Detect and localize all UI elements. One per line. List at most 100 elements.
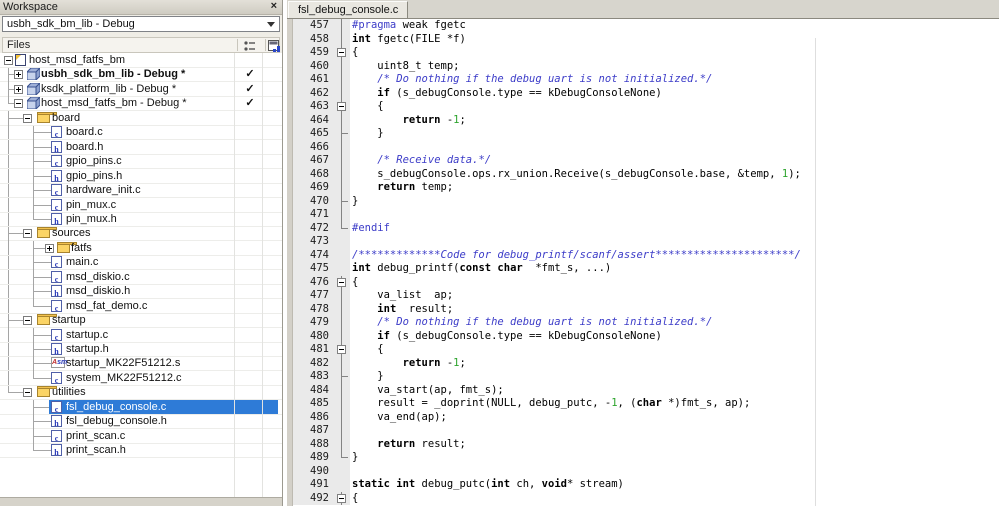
fold-margin[interactable] xyxy=(334,46,350,60)
tree-item-selected[interactable]: c fsl_debug_console.c xyxy=(0,399,282,415)
fold-margin[interactable] xyxy=(334,100,350,114)
tree-item[interactable]: host_msd_fatfs_bm xyxy=(0,53,282,68)
tree-item[interactable]: usbh_sdk_bm_lib - Debug * ✓ xyxy=(0,67,282,83)
fold-toggle[interactable] xyxy=(337,345,346,354)
fold-margin[interactable] xyxy=(334,383,350,397)
tree-item-label: gpio_pins.c xyxy=(66,155,122,168)
tree-item[interactable]: fatfs xyxy=(0,240,282,256)
fold-margin[interactable] xyxy=(334,302,350,316)
fold-margin[interactable] xyxy=(334,167,350,181)
code-line: 475 int debug_printf(const char *fmt_s, .… xyxy=(293,262,999,276)
line-number: 470 xyxy=(293,194,334,208)
fold-margin[interactable] xyxy=(334,451,350,465)
expand-toggle[interactable] xyxy=(23,229,32,239)
fold-margin[interactable] xyxy=(334,329,350,343)
project-icon xyxy=(25,96,42,113)
tree-item[interactable]: c print_scan.c xyxy=(0,428,282,444)
expand-toggle[interactable] xyxy=(4,56,13,65)
fold-margin[interactable] xyxy=(334,478,350,492)
fold-margin[interactable] xyxy=(334,127,350,141)
line-number: 490 xyxy=(293,464,334,478)
tree-item[interactable]: host_msd_fatfs_bm - Debug * ✓ xyxy=(0,96,282,113)
tree-item[interactable]: c hardware_init.c xyxy=(0,183,282,199)
fold-toggle[interactable] xyxy=(337,277,346,287)
fold-margin[interactable] xyxy=(334,370,350,384)
fold-margin[interactable] xyxy=(334,221,350,235)
expand-toggle[interactable] xyxy=(14,84,23,94)
editor-tab[interactable]: fsl_debug_console.c xyxy=(288,1,409,18)
files-column-header[interactable]: Files xyxy=(2,37,280,53)
fold-toggle[interactable] xyxy=(337,102,346,111)
fold-margin[interactable] xyxy=(334,464,350,478)
fold-margin[interactable] xyxy=(334,397,350,411)
fold-margin[interactable] xyxy=(334,86,350,100)
tree-item[interactable]: h fsl_debug_console.h xyxy=(0,414,282,430)
configuration-dropdown[interactable]: usbh_sdk_bm_lib - Debug xyxy=(2,16,280,32)
fold-margin[interactable] xyxy=(334,424,350,438)
tree-item[interactable]: h gpio_pins.h xyxy=(0,168,282,184)
fold-margin[interactable] xyxy=(334,32,350,46)
tree-item[interactable]: utilities xyxy=(0,385,282,401)
fold-margin[interactable] xyxy=(334,316,350,330)
code-editor[interactable]: 457 #pragma weak fgetc 458 int fgetc(FILE *… xyxy=(287,19,999,506)
fold-margin[interactable] xyxy=(334,437,350,451)
expand-toggle[interactable] xyxy=(45,243,54,253)
fold-margin[interactable] xyxy=(334,262,350,276)
fold-toggle[interactable] xyxy=(337,48,346,57)
tree-item[interactable]: board xyxy=(0,110,282,126)
tree-item[interactable]: h print_scan.h xyxy=(0,443,282,459)
code-line: 477 va_list ap; xyxy=(293,289,999,303)
fold-margin[interactable] xyxy=(334,410,350,424)
line-number: 477 xyxy=(293,289,334,303)
fold-margin[interactable] xyxy=(334,19,350,33)
fold-margin[interactable] xyxy=(334,59,350,73)
expand-toggle[interactable] xyxy=(23,388,32,398)
fold-margin[interactable] xyxy=(334,208,350,222)
tree-item[interactable]: c pin_mux.c xyxy=(0,197,282,213)
tree-item[interactable]: startup xyxy=(0,313,282,329)
fold-margin[interactable] xyxy=(334,235,350,249)
workspace-titlebar[interactable]: Workspace × xyxy=(0,0,282,15)
output-column-icon[interactable] xyxy=(268,40,281,52)
tree-item[interactable]: h msd_diskio.h xyxy=(0,284,282,300)
tree-item[interactable]: Asm startup_MK22F51212.s xyxy=(0,356,282,372)
tree-item-label: pin_mux.c xyxy=(66,198,117,211)
workspace-file-tree[interactable]: h print_scan.h c print_scan.c h fsl_debug_con… xyxy=(0,53,282,497)
option-overrides-icon[interactable] xyxy=(243,40,257,52)
tree-item[interactable]: c msd_diskio.c xyxy=(0,269,282,285)
tree-item[interactable]: c main.c xyxy=(0,255,282,271)
tree-item[interactable]: ksdk_platform_lib - Debug * ✓ xyxy=(0,81,282,97)
tree-item[interactable]: c msd_fat_demo.c xyxy=(0,298,282,314)
fold-margin[interactable] xyxy=(334,140,350,154)
tree-item[interactable]: h pin_mux.h xyxy=(0,211,282,227)
fold-margin[interactable] xyxy=(334,248,350,262)
fold-margin[interactable] xyxy=(334,73,350,87)
fold-margin[interactable] xyxy=(334,181,350,195)
tree-item[interactable]: c system_MK22F51212.c xyxy=(0,370,282,386)
tree-item-label: board xyxy=(52,111,81,124)
fold-margin[interactable] xyxy=(334,154,350,168)
fold-margin[interactable] xyxy=(334,275,350,289)
tree-item[interactable]: h startup.h xyxy=(0,342,282,357)
code-text: /* Receive data.*/ xyxy=(377,154,492,166)
tree-item[interactable]: c startup.c xyxy=(0,327,282,343)
fold-margin[interactable] xyxy=(334,491,350,505)
tree-item[interactable]: c gpio_pins.c xyxy=(0,154,282,170)
expand-toggle[interactable] xyxy=(14,70,23,80)
tree-item[interactable]: c board.c xyxy=(0,125,282,141)
close-icon[interactable]: × xyxy=(271,0,277,13)
fold-margin[interactable] xyxy=(334,194,350,208)
expand-toggle[interactable] xyxy=(23,113,32,123)
tree-item[interactable]: sources xyxy=(0,226,282,242)
fold-margin[interactable] xyxy=(334,113,350,127)
expand-toggle[interactable] xyxy=(23,316,32,326)
code-text: } xyxy=(352,194,359,207)
fold-toggle[interactable] xyxy=(337,493,346,503)
fold-margin[interactable] xyxy=(334,289,350,303)
tree-item[interactable]: h board.h xyxy=(0,139,282,155)
c-file-icon: c xyxy=(51,429,62,443)
expand-toggle[interactable] xyxy=(14,99,23,109)
fold-margin[interactable] xyxy=(334,343,350,357)
chevron-down-icon[interactable] xyxy=(267,22,275,27)
fold-margin[interactable] xyxy=(334,356,350,370)
